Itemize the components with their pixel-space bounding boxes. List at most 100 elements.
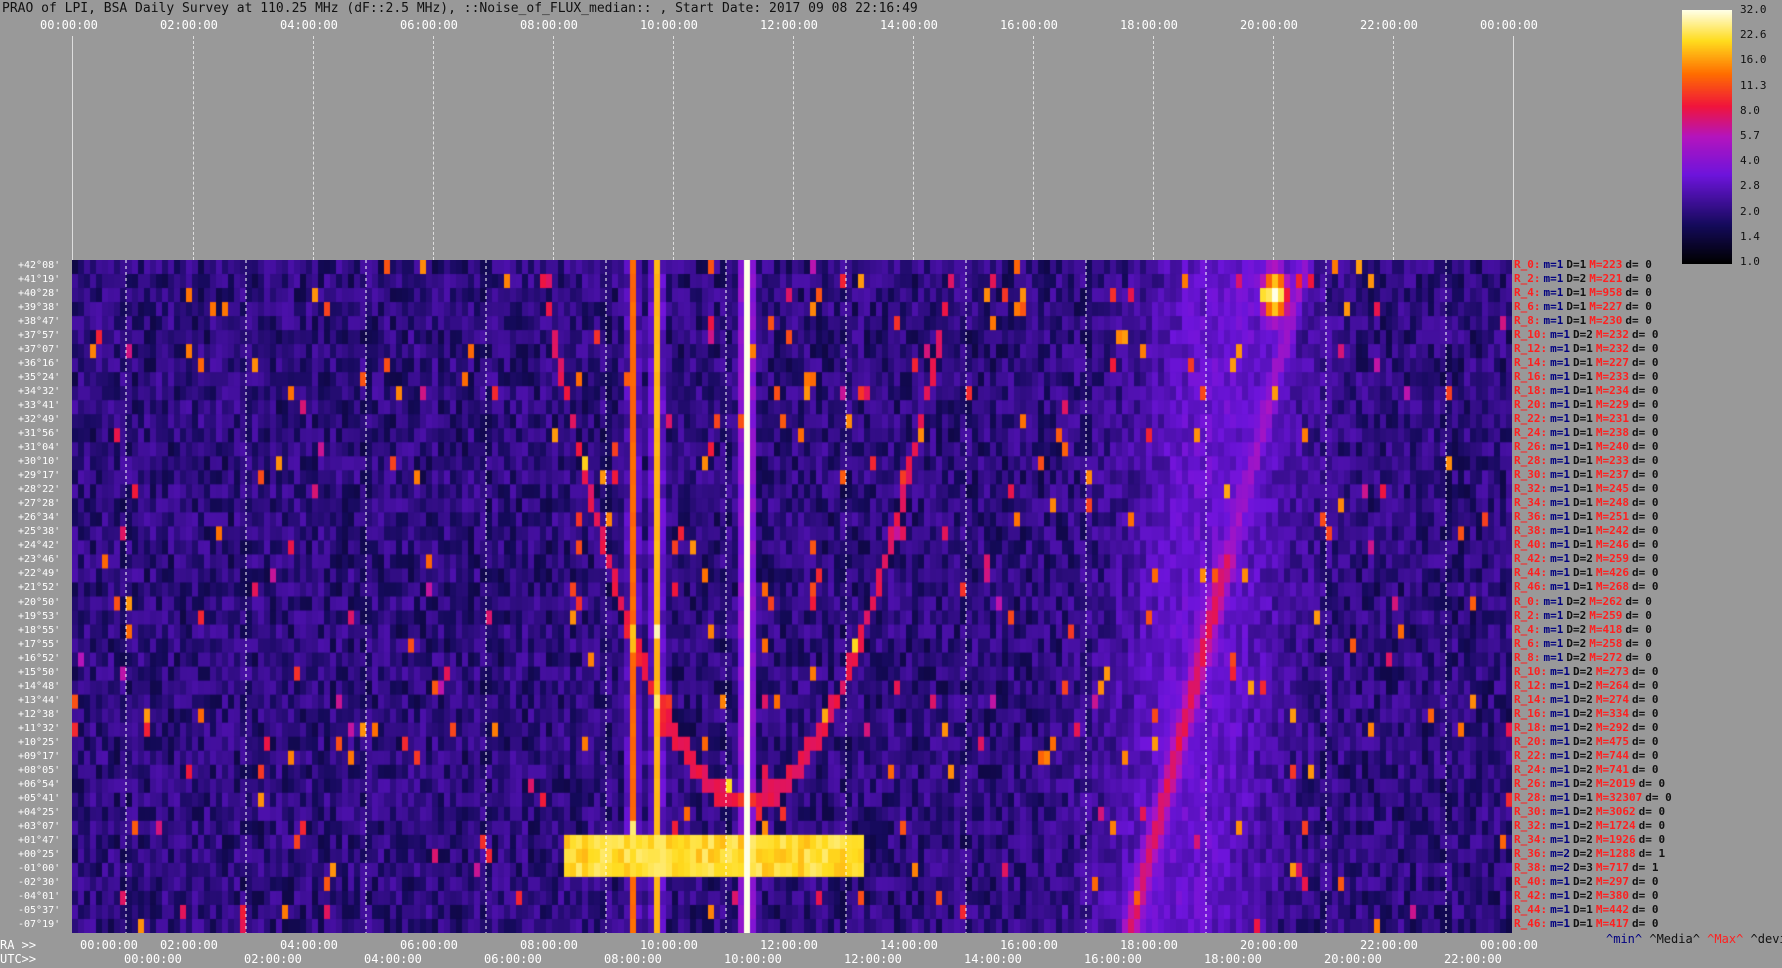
row-stat: R_2: m=1 D=2 M=259 d= 0 <box>1514 609 1655 623</box>
row-stat-dv: d= 1 <box>1632 860 1659 874</box>
row-stat-dv: d= 0 <box>1632 874 1659 888</box>
row-stat-d: D=2 <box>1566 636 1587 650</box>
row-stat: R_42: m=1 D=2 M=259 d= 0 <box>1514 552 1662 566</box>
row-stat-M: M=259 <box>1595 552 1629 566</box>
row-stat-M: M=245 <box>1595 482 1629 496</box>
row-stat-m: m=1 <box>1550 804 1570 818</box>
row-stat: R_40: m=1 D=2 M=297 d= 0 <box>1514 875 1662 889</box>
dec-label: +41°19' <box>18 274 61 286</box>
row-stat-d: D=2 <box>1566 272 1587 286</box>
row-stat-d: D=2 <box>1573 776 1593 790</box>
dec-label: +05°41' <box>18 792 61 804</box>
row-stat-m: m=1 <box>1550 398 1570 412</box>
row-stat-d: D=1 <box>1573 356 1593 370</box>
dec-label: +01°47' <box>18 834 61 846</box>
row-stat: R_30: m=1 D=2 M=3062 d= 0 <box>1514 805 1668 819</box>
row-stat: R_22: m=1 D=1 M=231 d= 0 <box>1514 412 1662 426</box>
row-stat-dv: d= 0 <box>1645 790 1672 804</box>
row-stat-m: m=1 <box>1550 692 1570 706</box>
row-stat-m: m=1 <box>1550 384 1570 398</box>
row-stat-r: R_36: <box>1514 846 1548 860</box>
row-stat: R_22: m=1 D=2 M=744 d= 0 <box>1514 749 1662 763</box>
top-tick-label: 14:00:00 <box>880 18 938 32</box>
row-stat-r: R_34: <box>1514 496 1548 510</box>
row-stat-dv: d= 0 <box>1638 804 1666 818</box>
row-stat-d: D=1 <box>1573 370 1593 384</box>
row-stat-dv: d= 0 <box>1632 888 1659 902</box>
row-stat-r: R_32: <box>1514 818 1548 832</box>
dec-label: +04°25' <box>18 806 61 818</box>
row-stat-m: m=1 <box>1550 818 1570 832</box>
row-stat-M: M=1288 <box>1595 846 1636 860</box>
row-stat-dv: d= 0 <box>1632 734 1659 748</box>
row-stat-dv: d= 0 <box>1632 482 1659 496</box>
row-stat-dv: d= 0 <box>1632 748 1659 762</box>
row-stat: R_38: m=1 D=1 M=242 d= 0 <box>1514 524 1662 538</box>
row-stat: R_42: m=1 D=2 M=380 d= 0 <box>1514 889 1662 903</box>
row-stat-r: R_28: <box>1514 454 1548 468</box>
row-stat: R_12: m=1 D=2 M=264 d= 0 <box>1514 679 1662 693</box>
row-stat-M: M=248 <box>1595 496 1629 510</box>
row-stat-d: D=2 <box>1573 832 1593 846</box>
utc-tick-label: 18:00:00 <box>1204 952 1262 966</box>
row-stat-d: D=2 <box>1573 762 1593 776</box>
row-stat: R_20: m=1 D=2 M=475 d= 0 <box>1514 735 1662 749</box>
row-stat: R_36: m=1 D=1 M=251 d= 0 <box>1514 510 1662 524</box>
row-stat-m: m=1 <box>1550 454 1570 468</box>
row-stat-dv: d= 0 <box>1625 314 1652 328</box>
dec-label: +30°10' <box>18 456 61 468</box>
row-stat: R_44: m=1 D=1 M=426 d= 0 <box>1514 566 1662 580</box>
row-stat-M: M=268 <box>1595 580 1629 594</box>
row-stat-r: R_10: <box>1514 328 1548 342</box>
row-stat-r: R_10: <box>1514 664 1548 678</box>
row-stat-dv: d= 0 <box>1638 832 1666 846</box>
row-stat-dv: d= 0 <box>1625 286 1652 300</box>
row-stat-dv: d= 0 <box>1625 594 1652 608</box>
row-stat-r: R_38: <box>1514 524 1548 538</box>
row-stat-M: M=234 <box>1595 384 1629 398</box>
dec-label: +19°53' <box>18 610 61 622</box>
utc-tick-label: 06:00:00 <box>484 952 542 966</box>
upper-grid-line <box>673 36 674 260</box>
row-stat-r: R_14: <box>1514 356 1548 370</box>
colorbar-tick: 32.0 <box>1740 3 1767 16</box>
row-stat-dv: d= 0 <box>1632 440 1659 454</box>
row-stat-m: m=1 <box>1543 622 1564 636</box>
row-stat-m: m=1 <box>1543 272 1564 286</box>
row-stat: R_6: m=1 D=1 M=227 d= 0 <box>1514 300 1655 314</box>
row-stat-dv: d= 0 <box>1632 720 1659 734</box>
row-stat-M: M=231 <box>1595 412 1629 426</box>
row-stat: R_46: m=1 D=1 M=268 d= 0 <box>1514 580 1662 594</box>
ra-tick-label: 02:00:00 <box>160 938 218 952</box>
ra-tick-label: 00:00:00 <box>1480 938 1538 952</box>
dec-label: +38°47' <box>18 316 61 328</box>
upper-grid-line <box>793 36 794 260</box>
row-stat-dv: d= 0 <box>1632 370 1659 384</box>
row-stat-m: m=1 <box>1550 468 1570 482</box>
row-stat-d: D=1 <box>1566 258 1587 271</box>
row-stat-dv: d= 0 <box>1632 552 1659 566</box>
top-tick-label: 12:00:00 <box>760 18 818 32</box>
row-stat-r: R_26: <box>1514 776 1548 790</box>
upper-grid-line <box>1153 36 1154 260</box>
row-stat: R_44: m=1 D=1 M=442 d= 0 <box>1514 903 1662 917</box>
row-stat: R_16: m=1 D=1 M=233 d= 0 <box>1514 370 1662 384</box>
row-stat-d: D=1 <box>1573 902 1593 916</box>
colorbar-tick: 5.7 <box>1740 129 1760 142</box>
top-tick-label: 16:00:00 <box>1000 18 1058 32</box>
dec-label: -05°37' <box>18 904 61 916</box>
row-stat-m: m=1 <box>1550 902 1570 916</box>
row-stat-m: m=1 <box>1550 412 1570 426</box>
row-stat: R_4: m=1 D=1 M=958 d= 0 <box>1514 286 1655 300</box>
top-tick-label: 10:00:00 <box>640 18 698 32</box>
row-stat-dv: d= 0 <box>1632 496 1659 510</box>
row-stat-r: R_24: <box>1514 762 1548 776</box>
row-stat-dv: d= 0 <box>1632 706 1659 720</box>
row-stat-M: M=418 <box>1589 622 1623 636</box>
row-stat-r: R_44: <box>1514 902 1548 916</box>
top-tick-label: 20:00:00 <box>1240 18 1298 32</box>
row-stat-r: R_6: <box>1514 636 1541 650</box>
colorbar-tick: 1.0 <box>1740 255 1760 268</box>
row-stat-d: D=2 <box>1573 720 1593 734</box>
row-stat: R_8: m=1 D=1 M=230 d= 0 <box>1514 314 1655 328</box>
